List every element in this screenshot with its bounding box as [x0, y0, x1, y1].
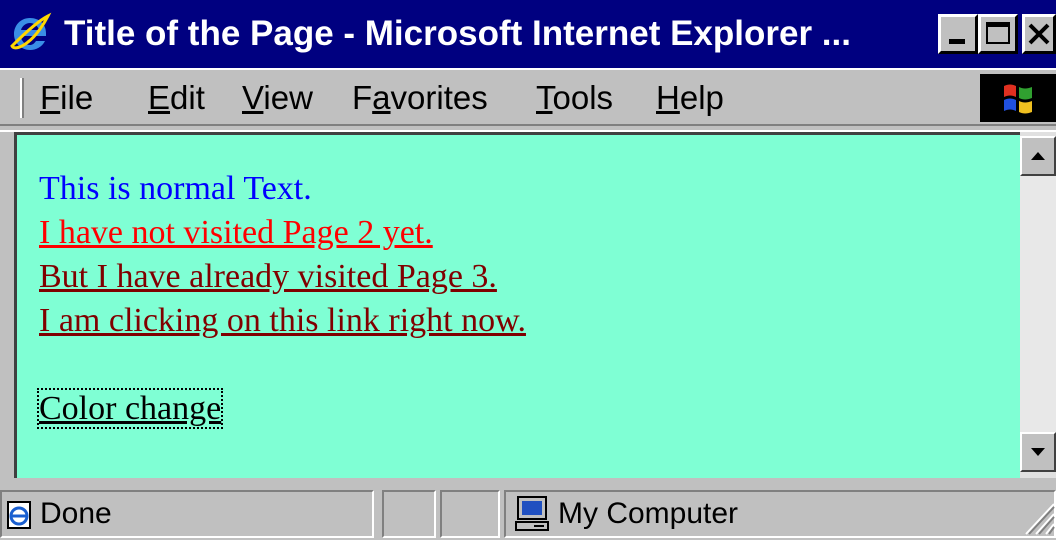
- status-pane-main: Done: [0, 490, 374, 538]
- menu-tools-label: ools: [552, 79, 614, 116]
- menu-bar: File Edit View Favorites Tools Help: [0, 68, 1056, 124]
- computer-icon: [515, 496, 549, 531]
- menu-view-accel: V: [242, 79, 264, 116]
- scroll-track[interactable]: [1020, 176, 1056, 432]
- menu-help[interactable]: Help: [656, 74, 724, 122]
- normal-text: This is normal Text.: [39, 170, 312, 207]
- scroll-up-button[interactable]: [1020, 136, 1056, 176]
- menu-edit[interactable]: Edit: [148, 74, 205, 122]
- maximize-icon: [986, 22, 1010, 44]
- menu-file-label: ile: [60, 79, 94, 116]
- title-bar[interactable]: Title of the Page - Microsoft Internet E…: [0, 0, 1056, 68]
- menu-separator: [0, 124, 1056, 132]
- menu-edit-accel: E: [148, 79, 171, 116]
- link-page-3[interactable]: But I have already visited Page 3.: [39, 258, 497, 295]
- scroll-down-button[interactable]: [1020, 432, 1056, 472]
- internet-explorer-icon: [10, 12, 52, 54]
- menu-tools-accel: T: [536, 79, 553, 116]
- minimize-icon: [949, 39, 965, 44]
- status-pane-zone: My Computer: [504, 490, 1056, 538]
- menu-file-accel: F: [40, 79, 61, 116]
- ie-page-icon: [7, 501, 31, 529]
- menu-help-accel: H: [656, 79, 680, 116]
- resize-grip-icon[interactable]: [1018, 494, 1056, 536]
- browser-window: Title of the Page - Microsoft Internet E…: [0, 0, 1056, 540]
- menu-file[interactable]: File: [40, 74, 93, 122]
- menu-help-label: elp: [679, 79, 724, 116]
- minimize-button[interactable]: [938, 14, 978, 54]
- scroll-up-arrow-icon: [1031, 152, 1045, 160]
- status-text: Done: [40, 497, 112, 530]
- content-spacer: [39, 343, 526, 387]
- menu-favorites-accel: a: [372, 79, 391, 116]
- link-active[interactable]: I am clicking on this link right now.: [39, 302, 526, 339]
- menu-tools[interactable]: Tools: [536, 74, 613, 122]
- status-bar: Done My Computer: [0, 484, 1056, 540]
- zone-text: My Computer: [558, 497, 739, 530]
- menu-favorites-label: vorites: [390, 79, 488, 116]
- status-pane-progress: [382, 490, 436, 538]
- menu-view-label: iew: [263, 79, 313, 116]
- menu-favorites[interactable]: Favorites: [352, 74, 488, 122]
- throbber: [980, 74, 1056, 122]
- close-button[interactable]: [1022, 14, 1056, 54]
- windows-logo-icon: [1004, 84, 1032, 114]
- menu-view[interactable]: View: [242, 74, 313, 122]
- toolbar-grip[interactable]: [20, 78, 24, 118]
- scroll-down-arrow-icon: [1031, 448, 1045, 456]
- menu-edit-label: dit: [170, 79, 205, 116]
- maximize-button[interactable]: [978, 14, 1018, 54]
- menu-favorites-pre: F: [352, 79, 373, 116]
- vertical-scrollbar[interactable]: [1020, 132, 1056, 478]
- close-icon: [1028, 23, 1050, 45]
- page-content[interactable]: This is normal Text. I have not visited …: [14, 132, 1020, 478]
- link-color-change[interactable]: Color change: [36, 388, 224, 429]
- page-body: This is normal Text. I have not visited …: [36, 167, 526, 431]
- status-pane-secure: [440, 490, 500, 538]
- link-page-2[interactable]: I have not visited Page 2 yet.: [39, 214, 433, 251]
- window-title: Title of the Page - Microsoft Internet E…: [64, 14, 851, 53]
